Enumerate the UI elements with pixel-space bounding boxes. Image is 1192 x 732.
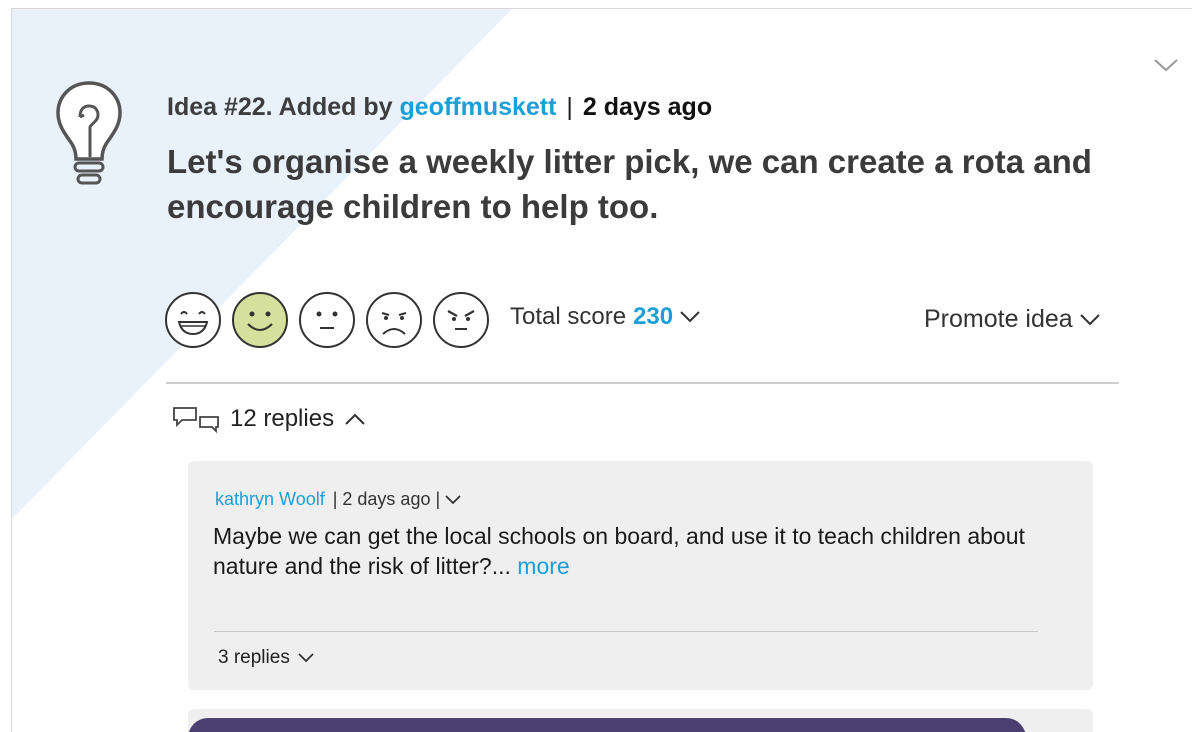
chevron-down-icon [298, 653, 314, 663]
neutral-face-icon[interactable] [298, 291, 356, 349]
next-reply-card [188, 709, 1093, 732]
reply-meta: kathryn Woolf | 2 days ago | [215, 489, 462, 510]
comments-icon [173, 407, 219, 433]
idea-author-link[interactable]: geoffmuskett [400, 93, 557, 121]
chevron-down-icon [680, 311, 700, 323]
more-link[interactable]: more [517, 553, 569, 579]
section-divider [166, 382, 1119, 384]
sub-replies-count: 3 replies [218, 647, 290, 668]
chevron-down-icon [1079, 313, 1100, 325]
sad-face-icon[interactable] [365, 291, 423, 349]
reaction-bar [164, 289, 499, 351]
idea-prefix: Idea #22. Added by [167, 93, 393, 121]
chevron-up-icon [345, 413, 365, 425]
meta-separator: | [566, 93, 573, 121]
reply-divider [214, 631, 1038, 632]
replies-toggle[interactable]: 12 replies [172, 405, 366, 433]
sub-replies-toggle[interactable]: 3 replies [218, 647, 315, 669]
idea-meta: Idea #22. Added by geoffmuskett | 2 days… [167, 93, 712, 122]
reply-date: | 2 days ago | [332, 489, 441, 509]
total-score-value: 230 [633, 303, 674, 330]
total-score[interactable]: Total score 230 [510, 303, 701, 331]
happy-face-icon[interactable] [231, 291, 289, 349]
idea-title: Let's organise a weekly litter pick, we … [167, 143, 1092, 225]
chevron-down-icon[interactable] [1152, 55, 1180, 75]
idea-card: Idea #22. Added by geoffmuskett | 2 days… [11, 8, 1192, 732]
idea-date: 2 days ago [582, 93, 713, 121]
promote-idea-label: Promote idea [924, 305, 1073, 333]
replies-count: 12 replies [230, 405, 335, 432]
chevron-down-icon[interactable] [444, 494, 462, 506]
reply-text: Maybe we can get the local schools on bo… [213, 523, 1025, 579]
angry-face-icon[interactable] [432, 291, 490, 349]
reply-body: Maybe we can get the local schools on bo… [213, 521, 1083, 581]
reply-input-bar[interactable] [188, 718, 1026, 732]
very-happy-face-icon[interactable] [164, 291, 222, 349]
promote-idea-button[interactable]: Promote idea [924, 305, 1101, 334]
lightbulb-icon [56, 81, 122, 185]
reply-card: kathryn Woolf | 2 days ago | Maybe we ca… [188, 461, 1093, 690]
reply-author-link[interactable]: kathryn Woolf [215, 489, 325, 510]
total-score-label: Total score [510, 303, 627, 330]
